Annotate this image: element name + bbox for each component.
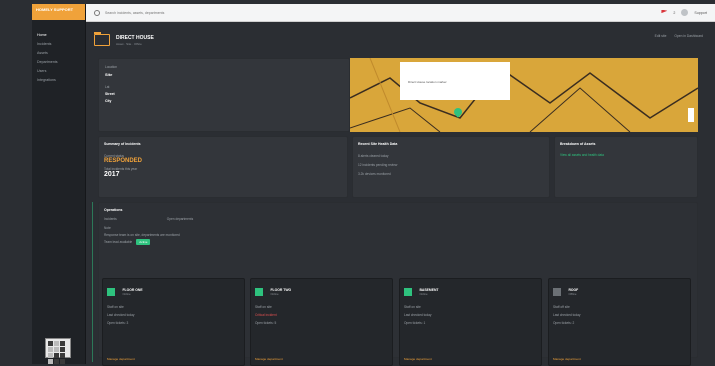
department-line: Staff off site (553, 305, 570, 309)
check-icon (255, 287, 263, 296)
active-tag[interactable]: Active (136, 239, 151, 245)
sidebar-item-departments[interactable]: Departments (32, 57, 85, 66)
sidebar-item-incidents[interactable]: Incidents (32, 39, 85, 48)
section-divider (92, 202, 93, 362)
department-line: Staff on site (255, 305, 272, 309)
health-line: 8 alerts cleared today (358, 154, 389, 158)
map-zoom-control[interactable] (688, 108, 694, 122)
location-site: Site (105, 72, 113, 77)
app-logo[interactable]: HOMELY SUPPORT (32, 4, 85, 20)
operations-title: Operations (104, 208, 123, 212)
location-field-2: Street (105, 92, 115, 96)
department-line: Open tickets: 3 (107, 321, 129, 325)
department-line: Open tickets: 2 (553, 321, 575, 325)
department-status: Online (419, 291, 428, 296)
department-heading: BASEMENT Online (419, 288, 438, 296)
note-line: Response team is on site, departments ar… (104, 233, 180, 237)
alert-count: 2 (673, 10, 676, 15)
title-block: DIRECT HOUSE Asset · Site · Office (116, 35, 154, 46)
alert-flag-icon[interactable] (661, 9, 668, 14)
department-status: Online (270, 291, 279, 296)
top-actions: 2 Support (661, 9, 715, 16)
view-assets-link[interactable]: View all assets and health data (560, 153, 692, 157)
location-card: Location Site Lat Street City (98, 58, 350, 132)
department-line: Open tickets: 1 (404, 321, 426, 325)
manage-department-link[interactable]: Manage department (404, 357, 432, 361)
department-heading: FLOOR ONE Online (122, 288, 142, 296)
department-line: Last checked today (404, 313, 432, 317)
tab-open-departments[interactable]: Open departments (167, 217, 193, 221)
department-line: Open tickets: 5 (255, 321, 277, 325)
department-line: Last checked today (553, 313, 581, 317)
breakdown-card-title: Breakdown of Assets (560, 142, 596, 146)
site-map[interactable]: Direct House location marker (350, 58, 698, 132)
map-popup: Direct House location marker (400, 62, 510, 100)
sidebar-nav: Home Incidents Assets Departments Users … (32, 30, 85, 84)
location-field-1: Lat (105, 85, 110, 89)
department-card[interactable]: ROOF Offline Staff off site Last checked… (548, 278, 691, 366)
sidebar-item-users[interactable]: Users (32, 66, 85, 75)
department-heading: ROOF Offline (568, 288, 578, 296)
incident-card-title: Summary of Incidents (104, 142, 141, 146)
top-bar: 2 Support (86, 4, 715, 22)
incident-status-value: RESPONDED (104, 158, 143, 164)
sidebar-item-assets[interactable]: Assets (32, 48, 85, 57)
check-icon (404, 287, 412, 296)
manage-department-link[interactable]: Manage department (107, 357, 135, 361)
search-bar (86, 9, 661, 16)
manage-department-link[interactable]: Manage department (553, 357, 581, 361)
page-title: DIRECT HOUSE (116, 34, 154, 41)
asset-breakdown-card: Breakdown of Assets View all assets and … (554, 136, 698, 198)
avatar[interactable] (681, 9, 689, 16)
department-card[interactable]: FLOOR TWO Online Staff on site Critical … (250, 278, 393, 366)
department-card[interactable]: BASEMENT Online Staff on site Last check… (399, 278, 542, 366)
manage-department-link[interactable]: Manage department (255, 357, 283, 361)
sidebar-item-integrations[interactable]: Integrations (32, 75, 85, 84)
department-card[interactable]: FLOOR ONE Online Staff on site Last chec… (102, 278, 245, 366)
department-line: Staff on site (404, 305, 421, 309)
location-label: Location (105, 65, 118, 69)
sidebar-item-home[interactable]: Home (32, 30, 85, 39)
sidebar: HOMELY SUPPORT Home Incidents Assets Dep… (32, 4, 86, 364)
health-line: 3.2k devices monitored (358, 172, 391, 176)
page-header: DIRECT HOUSE Asset · Site · Office (88, 22, 713, 58)
department-line: Staff on site (107, 305, 124, 309)
secondary-line: Team lead available (104, 240, 133, 244)
open-dashboard-link[interactable]: Open in Dashboard (674, 34, 703, 38)
department-status: Offline (568, 291, 577, 296)
location-field-3: City (105, 99, 112, 103)
minus-icon (553, 287, 561, 296)
header-links: Edit site Open in Dashboard (655, 34, 703, 38)
check-icon (107, 287, 115, 296)
department-line: Critical incident (255, 313, 277, 317)
search-input[interactable] (105, 10, 305, 15)
search-icon (94, 9, 100, 16)
incident-summary-card: Summary of Incidents Current status RESP… (98, 136, 348, 198)
app-root: HOMELY SUPPORT Home Incidents Assets Dep… (0, 0, 715, 366)
site-health-card: Recent Site Health Data 8 alerts cleared… (352, 136, 550, 198)
department-heading: FLOOR TWO Online (270, 288, 291, 296)
page-subtitle: Asset · Site · Office (116, 41, 142, 46)
qr-code-icon (45, 338, 71, 364)
department-line: Last checked today (107, 313, 135, 317)
main-content: DIRECT HOUSE Asset · Site · Office Edit … (88, 22, 713, 366)
note-label: Note (104, 226, 111, 230)
health-card-title: Recent Site Health Data (358, 142, 398, 146)
health-line: 12 incidents pending review (358, 163, 398, 167)
user-menu[interactable]: Support (694, 11, 707, 15)
incident-count-value: 2017 (104, 171, 120, 178)
edit-site-link[interactable]: Edit site (655, 34, 667, 38)
department-status: Online (122, 291, 131, 296)
tab-incidents[interactable]: Incidents (104, 217, 117, 221)
folder-icon (94, 32, 110, 46)
